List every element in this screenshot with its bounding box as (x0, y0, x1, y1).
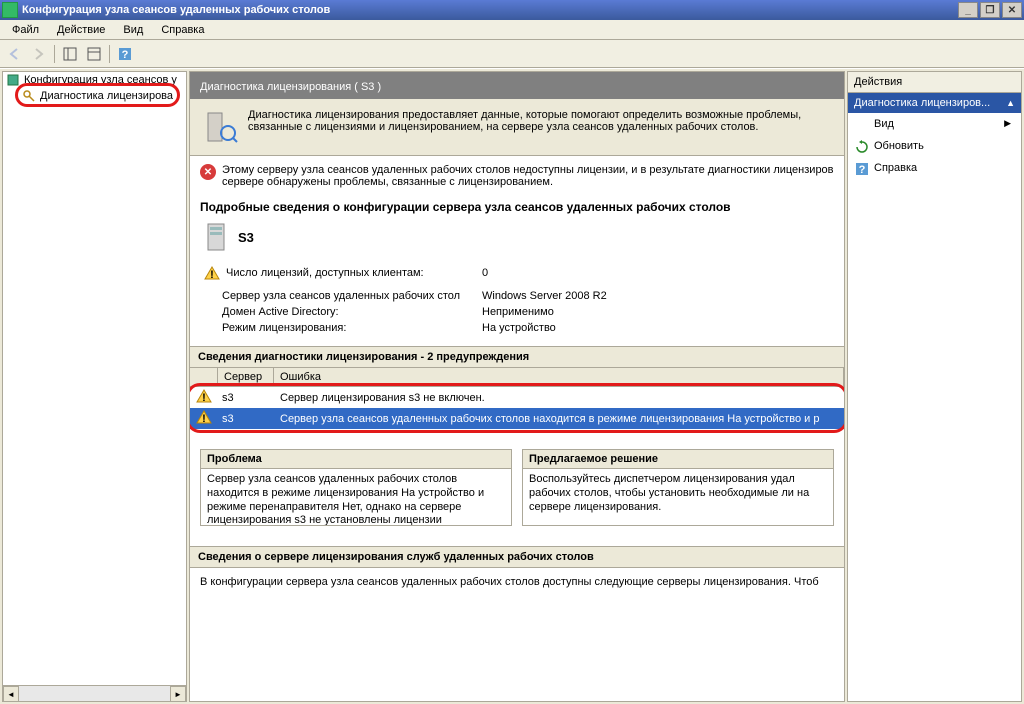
license-count-label: Число лицензий, доступных клиентам: (226, 267, 476, 279)
problem-title: Проблема (200, 449, 512, 468)
svg-text:!: ! (210, 269, 214, 280)
action-help[interactable]: ? Справка (848, 157, 1021, 179)
scroll-left-button[interactable]: ◄ (3, 686, 19, 702)
info-value-edition: Windows Server 2008 R2 (482, 290, 607, 302)
warning-icon: ! (204, 266, 220, 280)
config-section-title: Подробные сведения о конфигурации сервер… (200, 200, 834, 214)
tree-root-label: Конфигурация узла сеансов у (24, 74, 177, 86)
row-message: Сервер узла сеансов удаленных рабочих ст… (274, 413, 844, 425)
content-description: Диагностика лицензирования предоставляет… (190, 99, 844, 156)
refresh-icon (854, 139, 870, 155)
collapse-icon: ▲ (1006, 98, 1015, 108)
layout-button-1[interactable] (59, 43, 81, 65)
menubar: Файл Действие Вид Справка (0, 20, 1024, 40)
col-server[interactable]: Сервер (218, 368, 274, 386)
warning-icon: ! (196, 389, 212, 403)
info-label-domain: Домен Active Directory: (222, 306, 482, 318)
help-button[interactable]: ? (114, 43, 136, 65)
scroll-track[interactable] (19, 686, 170, 701)
action-view-label: Вид (874, 118, 894, 130)
tree-child-diagnostics[interactable]: Диагностика лицензирова (3, 88, 186, 104)
license-count-value: 0 (482, 267, 488, 279)
diagnostics-icon (202, 109, 238, 145)
table-row[interactable]: ! s3 Сервер узла сеансов удаленных рабоч… (190, 408, 844, 429)
toolbar: ? (0, 40, 1024, 68)
diagnostics-section-title: Сведения диагностики лицензирования - 2 … (190, 346, 844, 368)
license-server-section-title: Сведения о сервере лицензирования служб … (190, 546, 844, 568)
description-text: Диагностика лицензирования предоставляет… (248, 109, 832, 145)
back-button[interactable] (4, 43, 26, 65)
server-config-icon (5, 73, 21, 87)
content-body: ✕ Этому серверу узла сеансов удаленных р… (190, 156, 844, 701)
action-view[interactable]: Вид ▶ (848, 113, 1021, 135)
actions-section-label: Диагностика лицензиров... (854, 97, 990, 109)
action-refresh-label: Обновить (874, 140, 924, 152)
server-name: S3 (238, 230, 254, 245)
app-icon (2, 2, 18, 18)
table-row[interactable]: ! s3 Сервер лицензирования s3 не включен… (190, 387, 844, 408)
restore-button[interactable]: ❐ (980, 2, 1000, 18)
content-pane: Диагностика лицензирования ( S3 ) Диагно… (189, 71, 845, 702)
content-header: Диагностика лицензирования ( S3 ) (190, 72, 844, 99)
row-server: s3 (218, 392, 274, 404)
solution-title: Предлагаемое решение (522, 449, 834, 468)
error-message: Этому серверу узла сеансов удаленных раб… (222, 164, 834, 188)
action-help-label: Справка (874, 162, 917, 174)
menu-view[interactable]: Вид (115, 22, 151, 38)
info-label-edition: Сервер узла сеансов удаленных рабочих ст… (222, 290, 482, 302)
server-icon (204, 222, 228, 252)
app-window: Конфигурация узла сеансов удаленных рабо… (0, 0, 1024, 704)
svg-text:!: ! (202, 392, 206, 403)
actions-title: Действия (848, 72, 1021, 93)
help-icon: ? (854, 161, 870, 177)
error-icon: ✕ (200, 164, 216, 180)
titlebar: Конфигурация узла сеансов удаленных рабо… (0, 0, 1024, 20)
menu-help[interactable]: Справка (153, 22, 212, 38)
action-refresh[interactable]: Обновить (848, 135, 1021, 157)
forward-button[interactable] (28, 43, 50, 65)
actions-pane: Действия Диагностика лицензиров... ▲ Вид… (847, 71, 1022, 702)
tree-child-label: Диагностика лицензирова (40, 90, 173, 102)
close-button[interactable]: ✕ (1002, 2, 1022, 18)
row-server: s3 (218, 413, 274, 425)
row-message: Сервер лицензирования s3 не включен. (274, 392, 844, 404)
menu-action[interactable]: Действие (49, 22, 113, 38)
warning-icon: ! (196, 410, 212, 424)
svg-text:?: ? (122, 49, 129, 61)
col-icon[interactable] (190, 368, 218, 386)
info-label-mode: Режим лицензирования: (222, 322, 482, 334)
menu-file[interactable]: Файл (4, 22, 47, 38)
tree-root[interactable]: Конфигурация узла сеансов у (3, 72, 186, 88)
minimize-button[interactable]: _ (958, 2, 978, 18)
key-icon (21, 89, 37, 103)
svg-text:!: ! (202, 413, 206, 424)
layout-button-2[interactable] (83, 43, 105, 65)
info-value-mode: На устройство (482, 322, 556, 334)
content-title: Диагностика лицензирования ( S3 ) (200, 81, 381, 93)
svg-text:?: ? (859, 164, 866, 176)
scroll-right-button[interactable]: ► (170, 686, 186, 702)
problem-body: Сервер узла сеансов удаленных рабочих ст… (200, 468, 512, 526)
info-value-domain: Неприменимо (482, 306, 554, 318)
license-server-body: В конфигурации сервера узла сеансов удал… (200, 568, 834, 588)
col-error[interactable]: Ошибка (274, 368, 844, 386)
diagnostics-table: Сервер Ошибка ! s3 Сервер лицензирования… (190, 368, 844, 429)
actions-section-header[interactable]: Диагностика лицензиров... ▲ (848, 93, 1021, 113)
window-title: Конфигурация узла сеансов удаленных рабо… (22, 4, 958, 16)
tree-pane: Конфигурация узла сеансов у Диагностика … (2, 71, 187, 702)
solution-body: Воспользуйтесь диспетчером лицензировани… (522, 468, 834, 526)
